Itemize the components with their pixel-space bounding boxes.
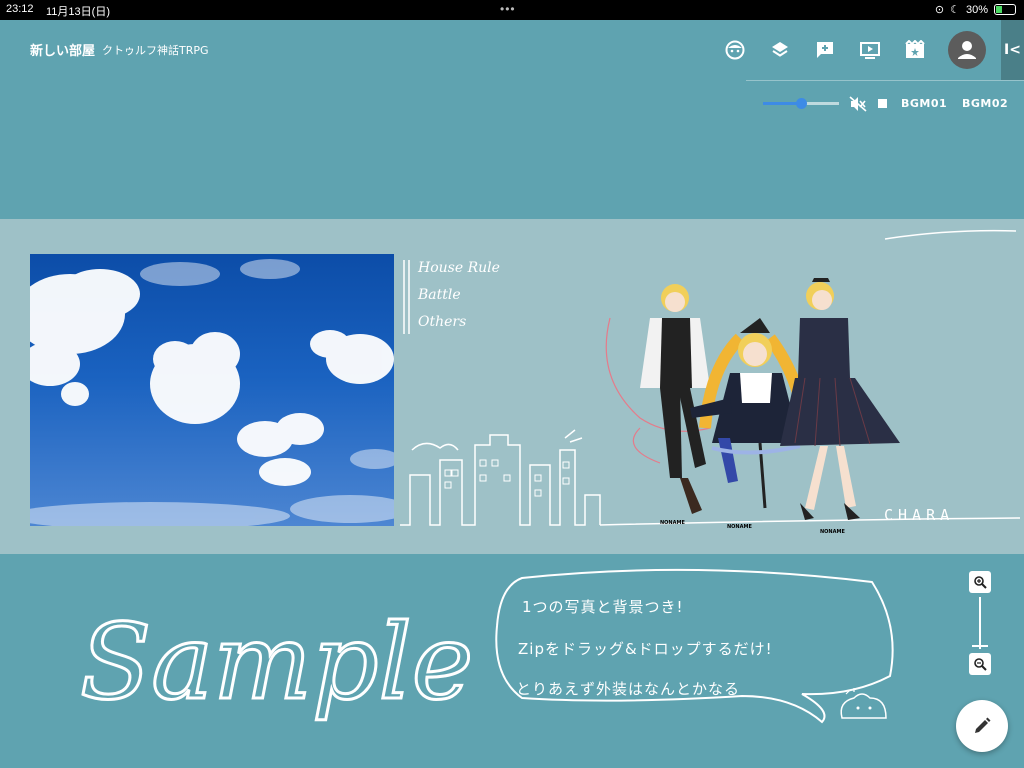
system-status-bar: 23:12 11月13日(日) ••• ⊙ ☾ 30% [0, 0, 1024, 20]
edit-fab-button[interactable] [956, 700, 1008, 752]
bubble-line-2: Zipをドラッグ&ドロップするだけ! [518, 640, 773, 658]
battle-link[interactable]: Battle [418, 287, 461, 303]
collapse-panel-button[interactable]: I< [1001, 20, 1024, 80]
face-icon[interactable] [718, 36, 752, 64]
character-illustration [605, 278, 900, 520]
pencil-icon [975, 717, 991, 733]
volume-slider[interactable] [763, 98, 839, 109]
decor-stroke [884, 229, 1017, 240]
screen-icon[interactable] [853, 36, 887, 64]
bubble-line-1: 1つの写真と背景つき! [522, 598, 684, 616]
stop-icon[interactable] [878, 99, 887, 108]
house-rule-menu: House Rule Battle Others [402, 258, 532, 338]
house-rule-link[interactable]: House Rule [418, 260, 500, 276]
volume-thumb[interactable] [796, 98, 807, 109]
header-divider [746, 80, 1024, 81]
user-avatar[interactable] [948, 31, 986, 69]
layers-icon[interactable] [763, 36, 797, 64]
zoom-in-button[interactable] [969, 571, 991, 593]
zoom-in-icon [974, 576, 987, 589]
others-link[interactable]: Others [418, 314, 466, 330]
person-icon [958, 41, 976, 59]
chara-label[interactable]: CHARA [884, 506, 954, 524]
multitask-dots-icon[interactable]: ••• [500, 2, 516, 16]
sample-title: Sample [80, 600, 470, 725]
room-system: クトゥルフ神話TRPG [102, 44, 209, 57]
noname-label-1: NONAME [660, 520, 685, 526]
sample-title-text: Sample [80, 601, 470, 723]
mute-icon[interactable] [849, 96, 867, 116]
noname-label-2: NONAME [727, 524, 752, 530]
toolbar [718, 36, 943, 64]
zoom-slider[interactable] [979, 597, 981, 649]
zoom-out-icon [974, 658, 987, 671]
status-time: 23:12 [6, 3, 34, 15]
status-date: 11月13日(日) [46, 6, 110, 18]
blob-mascot-icon [840, 688, 887, 719]
zoom-out-button[interactable] [969, 653, 991, 675]
zoom-slider-thumb[interactable] [972, 645, 988, 647]
add-comment-icon[interactable] [808, 36, 842, 64]
sky-photo [30, 254, 394, 526]
battery-icon [994, 4, 1016, 15]
bgm-button-1[interactable]: BGM01 [901, 97, 947, 110]
battery-percent: 30% [965, 3, 988, 16]
room-name[interactable]: 新しい部屋 [30, 40, 95, 59]
scene-icon[interactable] [898, 36, 932, 64]
noname-label-3: NONAME [820, 529, 845, 535]
menu-bars [403, 260, 410, 334]
bgm-button-2[interactable]: BGM02 [962, 97, 1008, 110]
bubble-line-3: とりあえず外装はなんとかなる [516, 680, 741, 698]
moon-icon: ☾ [950, 4, 960, 16]
status-right: ⊙ ☾ 30% [935, 3, 1016, 16]
orientation-lock-icon: ⊙ [934, 4, 945, 16]
clouds-image [30, 259, 394, 526]
